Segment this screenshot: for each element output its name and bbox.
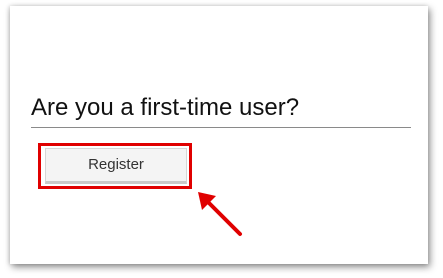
heading-divider bbox=[31, 127, 411, 128]
first-time-user-heading: Are you a first-time user? bbox=[31, 94, 300, 121]
screenshot-stage: Are you a first-time user? Register bbox=[0, 0, 443, 278]
register-button[interactable]: Register bbox=[45, 148, 187, 184]
content-card bbox=[10, 6, 428, 264]
